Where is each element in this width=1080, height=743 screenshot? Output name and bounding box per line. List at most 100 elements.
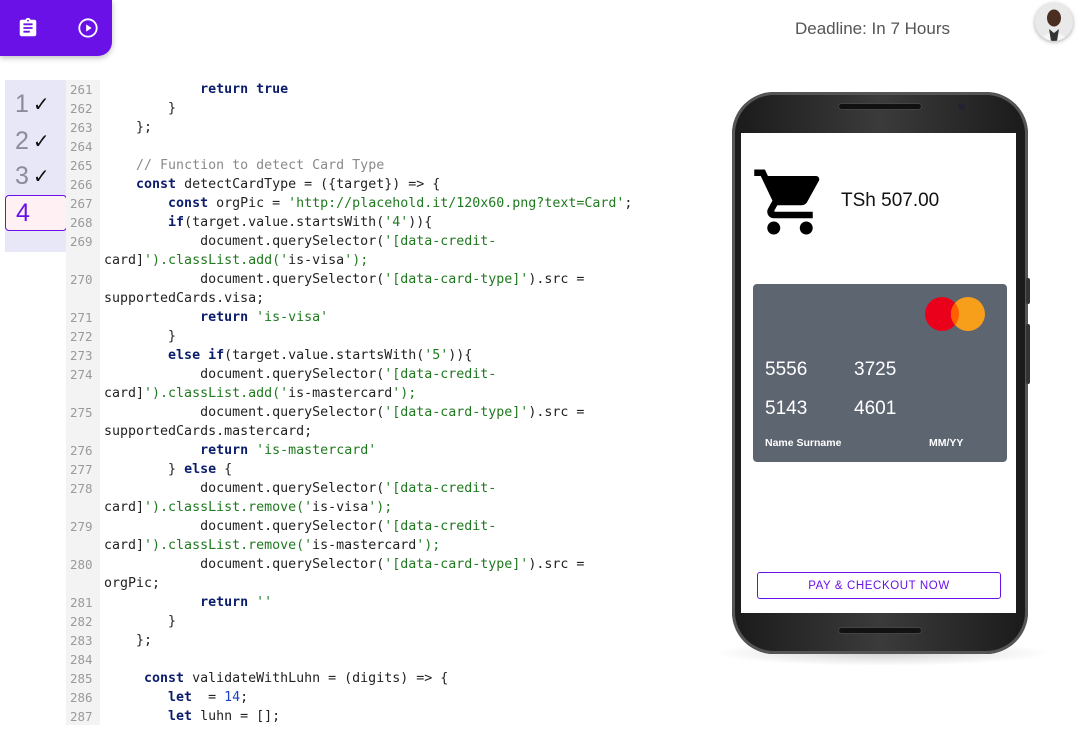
code-line[interactable]: card]').classList.remove('is-visa'); [66, 498, 676, 517]
line-number: 278 [70, 481, 93, 496]
code-line[interactable]: card]').classList.add('is-visa'); [66, 251, 676, 270]
clipboard-icon[interactable] [14, 14, 42, 42]
code-line[interactable]: 269 document.querySelector('[data-credit… [66, 232, 676, 251]
line-number: 266 [70, 177, 93, 192]
code-line[interactable]: 287 let luhn = []; [66, 707, 676, 726]
code-line[interactable]: 275 document.querySelector('[data-card-t… [66, 403, 676, 422]
code-line[interactable]: 265 // Function to detect Card Type [66, 156, 676, 175]
code-line[interactable]: 270 document.querySelector('[data-card-t… [66, 270, 676, 289]
code-line[interactable]: 264 [66, 137, 676, 156]
line-number: 268 [70, 215, 93, 230]
code-text: document.querySelector('[data-credit- [104, 519, 497, 534]
code-line[interactable]: 273 else if(target.value.startsWith('5')… [66, 346, 676, 365]
checkmark-icon: ✓ [32, 130, 50, 153]
card-number-group: 3725 [854, 359, 897, 380]
line-number: 262 [70, 101, 93, 116]
code-line[interactable]: supportedCards.mastercard; [66, 422, 676, 441]
step-item-2[interactable]: 2 ✓ [5, 124, 67, 158]
code-line[interactable]: 263 }; [66, 118, 676, 137]
line-number: 287 [70, 709, 93, 724]
code-text: document.querySelector('[data-card-type]… [104, 272, 585, 287]
line-number: 274 [70, 367, 93, 382]
code-text: const detectCardType = ({target}) => { [136, 177, 441, 192]
step-number: 2 [15, 126, 29, 155]
code-text: else if(target.value.startsWith('5')){ [168, 348, 473, 363]
code-line[interactable]: 267 const orgPic = 'http://placehold.it/… [66, 194, 676, 213]
code-line[interactable]: 261 return true [66, 80, 676, 99]
line-number: 265 [70, 158, 93, 173]
code-text: card]').classList.add('is-mastercard'); [104, 386, 417, 401]
step-list: 1 ✓ 2 ✓ 3 ✓ 4 [5, 80, 67, 252]
line-number: 271 [70, 310, 93, 325]
card-expiry: MM/YY [929, 437, 964, 449]
line-number: 286 [70, 690, 93, 705]
line-number: 279 [70, 519, 93, 534]
code-line[interactable]: 272 } [66, 327, 676, 346]
phone-side-button [1026, 278, 1030, 304]
code-text: let luhn = []; [168, 709, 281, 724]
line-number [66, 498, 100, 517]
code-text: if(target.value.startsWith('4')){ [168, 215, 433, 230]
credit-card-preview: 5556 3725 5143 4601 Name Surname MM/YY [753, 284, 1007, 462]
code-line[interactable]: orgPic; [66, 574, 676, 593]
line-number: 284 [70, 652, 93, 667]
code-line[interactable]: 285 const validateWithLuhn = (digits) =>… [66, 669, 676, 688]
line-number: 283 [70, 633, 93, 648]
code-text: return '' [200, 595, 273, 610]
code-text: let = 14; [168, 690, 249, 705]
code-text: } [104, 329, 177, 344]
code-line[interactable]: supportedCards.visa; [66, 289, 676, 308]
line-number: 282 [70, 614, 93, 629]
code-line[interactable]: card]').classList.remove('is-mastercard'… [66, 536, 676, 555]
phone-speaker [838, 627, 922, 634]
code-line[interactable]: 280 document.querySelector('[data-card-t… [66, 555, 676, 574]
line-number: 280 [70, 557, 93, 572]
code-line[interactable]: card]').classList.add('is-mastercard'); [66, 384, 676, 403]
code-line[interactable]: 262 } [66, 99, 676, 118]
code-text: document.querySelector('[data-credit- [104, 234, 497, 249]
code-line[interactable]: 274 document.querySelector('[data-credit… [66, 365, 676, 384]
step-number: 4 [16, 198, 30, 227]
line-number: 264 [70, 139, 93, 154]
code-text: supportedCards.mastercard; [104, 424, 313, 439]
code-line[interactable]: 277 } else { [66, 460, 676, 479]
step-item-3[interactable]: 3 ✓ [5, 159, 67, 193]
order-total: TSh 507.00 [841, 190, 940, 211]
code-text: }; [104, 120, 153, 135]
code-editor[interactable]: 261 return true 262 } 263 }; 264 265 // Fun… [66, 80, 676, 726]
code-line[interactable]: 284 [66, 650, 676, 669]
code-text: orgPic; [104, 576, 161, 591]
card-holder-name: Name Surname [765, 437, 842, 449]
pay-checkout-button[interactable]: PAY & CHECKOUT NOW [757, 572, 1001, 599]
code-line[interactable]: 276 return 'is-mastercard' [66, 441, 676, 460]
code-line[interactable]: 286 let = 14; [66, 688, 676, 707]
step-item-1[interactable]: 1 ✓ [5, 87, 67, 121]
line-number [66, 574, 100, 593]
code-line[interactable]: 281 return '' [66, 593, 676, 612]
phone-screen: TSh 507.00 5556 3725 5143 4601 Name Surn… [741, 133, 1016, 613]
line-number: 261 [70, 82, 93, 97]
step-number: 1 [15, 89, 29, 118]
code-line[interactable]: 266 const detectCardType = ({target}) =>… [66, 175, 676, 194]
avatar[interactable] [1035, 3, 1073, 41]
code-line[interactable]: 283 }; [66, 631, 676, 650]
shopping-cart-icon [751, 163, 829, 241]
code-line[interactable]: 278 document.querySelector('[data-credit… [66, 479, 676, 498]
line-number: 272 [70, 329, 93, 344]
code-line[interactable]: 268 if(target.value.startsWith('4')){ [66, 213, 676, 232]
play-circle-icon[interactable] [74, 14, 102, 42]
line-number: 281 [70, 595, 93, 610]
code-text: // Function to detect Card Type [104, 158, 385, 173]
code-text: card]').classList.remove('is-visa'); [104, 500, 393, 515]
line-number [66, 422, 100, 441]
code-line[interactable]: 279 document.querySelector('[data-credit… [66, 517, 676, 536]
code-line[interactable]: 271 return 'is-visa' [66, 308, 676, 327]
step-item-4[interactable]: 4 [5, 195, 67, 231]
phone-speaker [838, 103, 922, 110]
line-number [66, 536, 100, 555]
line-number: 270 [70, 272, 93, 287]
code-line[interactable]: 282 } [66, 612, 676, 631]
code-text: card]').classList.remove('is-mastercard'… [104, 538, 441, 553]
checkmark-icon: ✓ [32, 165, 50, 188]
